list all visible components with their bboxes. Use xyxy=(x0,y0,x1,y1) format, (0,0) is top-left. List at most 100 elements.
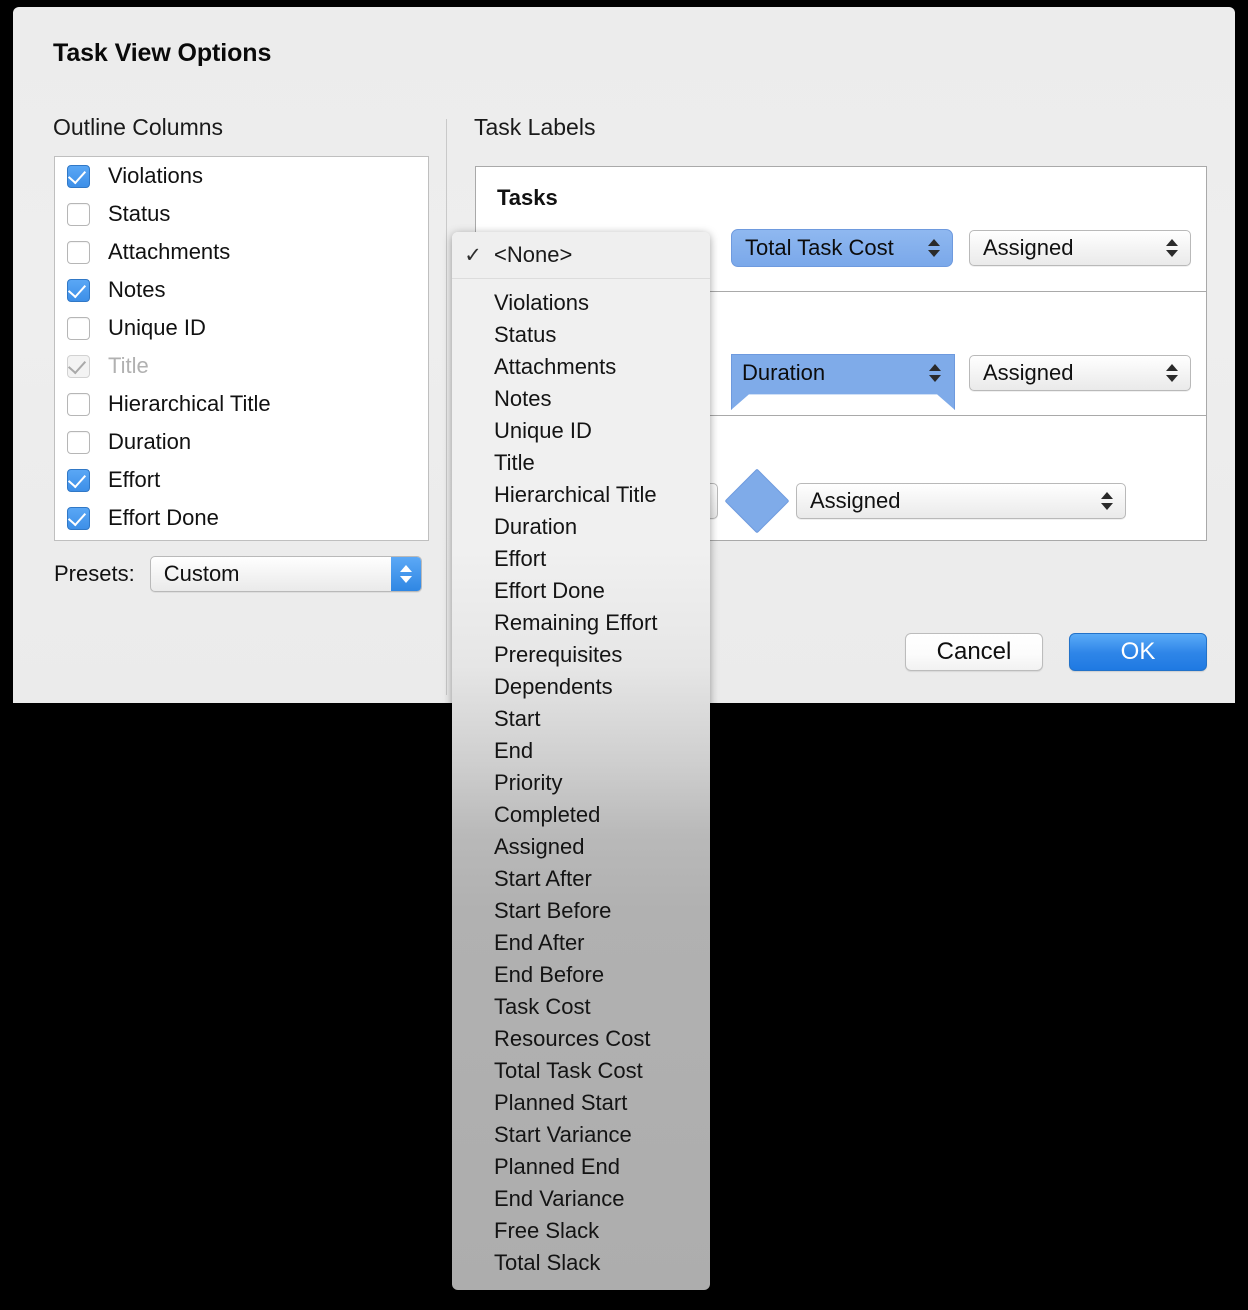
menu-item-label: Start After xyxy=(494,866,592,891)
chevron-updown-icon xyxy=(1097,488,1117,514)
menu-item-none[interactable]: ✓ <None> xyxy=(452,232,710,279)
summary-bar-right-value: Assigned xyxy=(983,360,1074,385)
menu-item[interactable]: Attachments xyxy=(452,351,710,383)
outline-column-item[interactable]: Effort Done xyxy=(55,499,428,537)
menu-item[interactable]: Remaining Effort xyxy=(452,607,710,639)
menu-item[interactable]: Effort Done xyxy=(452,575,710,607)
outline-column-item[interactable]: Title xyxy=(55,347,428,385)
task-bar-left-value: Total Task Cost xyxy=(745,235,894,260)
menu-item-label: Free Slack xyxy=(494,1218,600,1243)
outline-column-label: Notes xyxy=(108,277,166,302)
ok-button[interactable]: OK xyxy=(1069,633,1207,671)
menu-item[interactable]: Task Cost xyxy=(452,991,710,1023)
menu-item[interactable]: Assigned xyxy=(452,831,710,863)
outline-column-label: Unique ID xyxy=(108,315,206,340)
outline-column-item[interactable]: Violations xyxy=(55,157,428,195)
menu-item[interactable]: Planned Start xyxy=(452,1087,710,1119)
checkbox-checked xyxy=(67,354,90,378)
menu-item-label: <None> xyxy=(494,242,573,267)
menu-item[interactable]: End xyxy=(452,735,710,767)
checkbox-checked[interactable] xyxy=(67,468,90,492)
menu-item[interactable]: Planned End xyxy=(452,1151,710,1183)
menu-item[interactable]: End After xyxy=(452,927,710,959)
checkmark-icon xyxy=(67,355,87,374)
menu-item[interactable]: Unique ID xyxy=(452,415,710,447)
task-bar-right-value: Assigned xyxy=(983,235,1074,260)
outline-column-item[interactable]: Effort xyxy=(55,461,428,499)
menu-item-label: Remaining Effort xyxy=(494,610,658,635)
outline-column-item[interactable]: Unique ID xyxy=(55,309,428,347)
checkbox-unchecked[interactable] xyxy=(67,392,90,416)
menu-item-label: End Before xyxy=(494,962,605,987)
menu-item-label: Unique ID xyxy=(494,418,592,443)
menu-item[interactable]: End Before xyxy=(452,959,710,991)
summary-bar-right-select[interactable]: Assigned xyxy=(969,355,1191,391)
checkbox-checked[interactable] xyxy=(67,164,90,188)
menu-item[interactable]: Total Slack xyxy=(452,1247,710,1279)
checkmark-icon xyxy=(67,507,87,526)
menu-item-label: Status xyxy=(494,322,557,347)
menu-item-label: Start xyxy=(494,706,541,731)
task-bar-right-select[interactable]: Assigned xyxy=(969,230,1191,266)
menu-item[interactable]: Status xyxy=(452,319,710,351)
checkbox-checked[interactable] xyxy=(67,506,90,530)
summary-bar-left-value: Duration xyxy=(742,360,826,385)
chevron-updown-icon xyxy=(924,235,944,261)
menu-item[interactable]: End Variance xyxy=(452,1183,710,1215)
menu-item[interactable]: Start Before xyxy=(452,895,710,927)
outline-columns-list[interactable]: Violations Status Attachments Notes Unique I… xyxy=(54,156,429,541)
outline-column-label: Attachments xyxy=(108,239,231,264)
presets-value: Custom xyxy=(163,561,240,586)
task-bar-left-select[interactable]: Total Task Cost xyxy=(731,229,953,267)
chevron-updown-icon xyxy=(1162,235,1182,261)
chevron-updown-icon xyxy=(1162,360,1182,386)
outline-column-item[interactable]: Status xyxy=(55,195,428,233)
menu-item-label: Resources Cost xyxy=(494,1026,651,1051)
menu-item-label: Planned Start xyxy=(494,1090,628,1115)
menu-item-label: Start Variance xyxy=(494,1122,632,1147)
menu-item-label: Planned End xyxy=(494,1154,620,1179)
checkbox-unchecked[interactable] xyxy=(67,316,90,340)
checkbox-unchecked[interactable] xyxy=(67,240,90,264)
checkbox-unchecked[interactable] xyxy=(67,202,90,226)
panel-divider xyxy=(446,119,447,695)
checkbox-unchecked[interactable] xyxy=(67,430,90,454)
page-title: Task View Options xyxy=(53,39,272,67)
milestone-right-select[interactable]: Assigned xyxy=(796,483,1126,519)
menu-item[interactable]: Notes xyxy=(452,383,710,415)
menu-item-label: Total Slack xyxy=(494,1250,601,1275)
outline-column-item[interactable]: Attachments xyxy=(55,233,428,271)
checkbox-checked[interactable] xyxy=(67,278,90,302)
menu-item[interactable]: Free Slack xyxy=(452,1215,710,1247)
row-title-tasks: Tasks xyxy=(497,185,558,210)
menu-item[interactable]: Priority xyxy=(452,767,710,799)
outline-column-label: Effort xyxy=(108,467,161,492)
outline-column-label: Duration xyxy=(108,429,192,454)
menu-item-label: Priority xyxy=(494,770,563,795)
outline-column-item[interactable]: Notes xyxy=(55,271,428,309)
outline-column-item[interactable]: Duration xyxy=(55,423,428,461)
menu-item[interactable]: Title xyxy=(452,447,710,479)
menu-item[interactable]: Violations xyxy=(452,287,710,319)
cancel-button[interactable]: Cancel xyxy=(905,633,1043,671)
menu-item-label: Prerequisites xyxy=(494,642,623,667)
menu-item[interactable]: Completed xyxy=(452,799,710,831)
menu-item[interactable]: Dependents xyxy=(452,671,710,703)
menu-item[interactable]: Duration xyxy=(452,511,710,543)
menu-item[interactable]: Hierarchical Title xyxy=(452,479,710,511)
menu-item[interactable]: Start After xyxy=(452,863,710,895)
presets-select[interactable]: Custom xyxy=(149,556,422,592)
menu-item[interactable]: Resources Cost xyxy=(452,1023,710,1055)
menu-item[interactable]: Total Task Cost xyxy=(452,1055,710,1087)
summary-bar-left-select[interactable]: Duration xyxy=(731,354,955,410)
task-label-dropdown-menu[interactable]: ✓ <None> Violations Status Attachments Note… xyxy=(452,232,710,1290)
presets-row: Presets: Custom xyxy=(54,556,422,592)
menu-item[interactable]: Effort xyxy=(452,543,710,575)
outline-column-item[interactable]: Hierarchical Title xyxy=(55,385,428,423)
menu-item[interactable]: Start xyxy=(452,703,710,735)
menu-item-label: Start Before xyxy=(494,898,612,923)
menu-item-list: Violations Status Attachments Notes Unique I… xyxy=(452,279,710,1279)
menu-item[interactable]: Start Variance xyxy=(452,1119,710,1151)
menu-item-label: Dependents xyxy=(494,674,613,699)
menu-item[interactable]: Prerequisites xyxy=(452,639,710,671)
